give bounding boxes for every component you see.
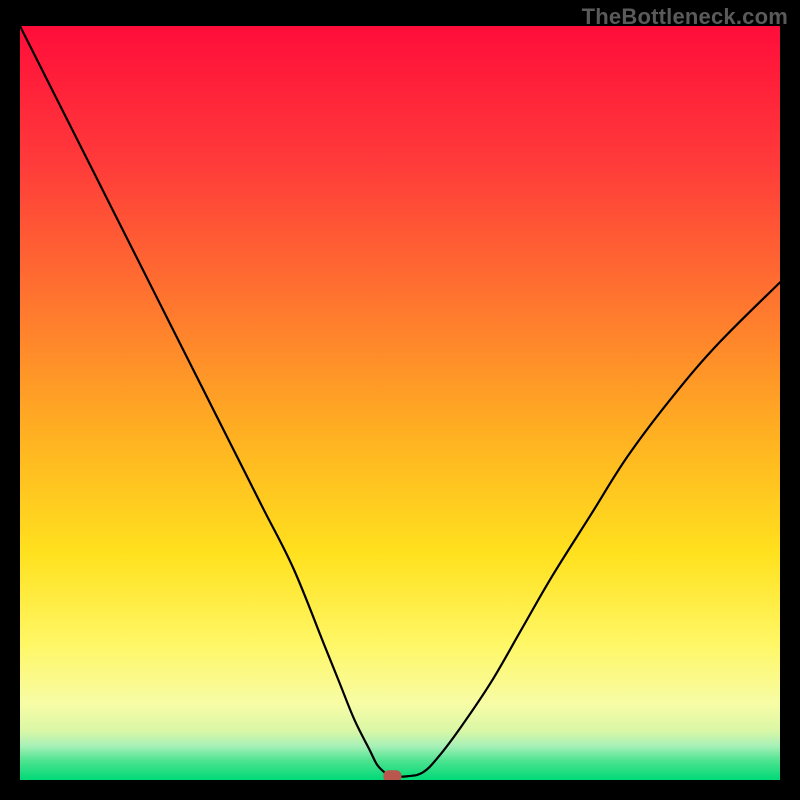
chart-frame: TheBottleneck.com xyxy=(0,0,800,800)
plot-background xyxy=(20,26,780,780)
plot-area xyxy=(20,26,780,780)
plot-svg xyxy=(20,26,780,780)
optimal-point-marker xyxy=(383,770,401,780)
